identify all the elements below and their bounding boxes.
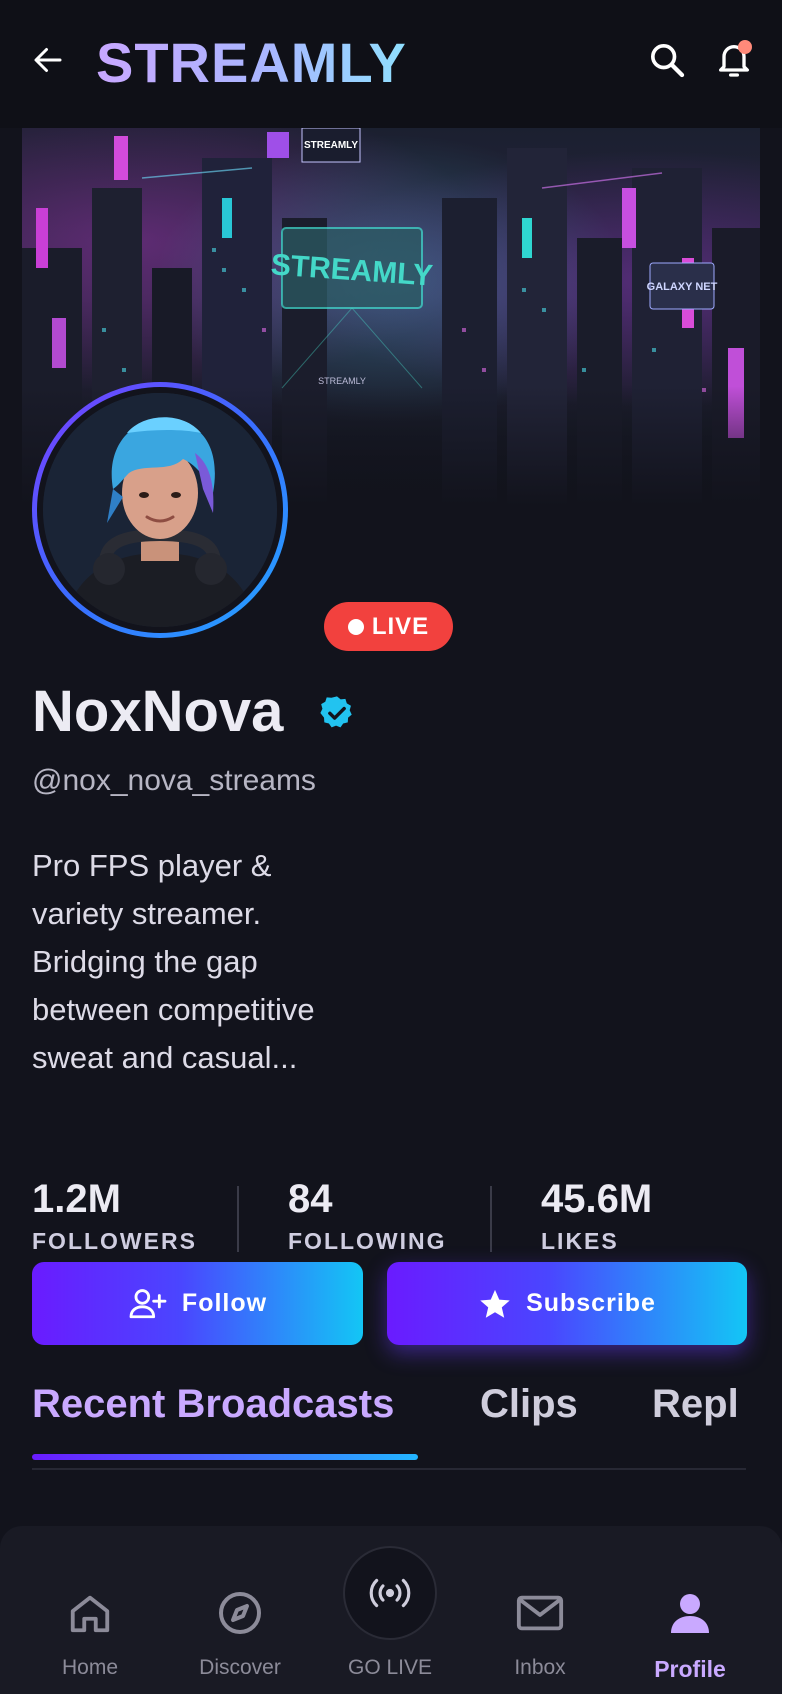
star-icon <box>480 1289 510 1318</box>
live-badge[interactable]: LIVE <box>324 602 453 651</box>
nav-label: Inbox <box>514 1656 566 1679</box>
profile-screen: STREAMLY STREAMLY STREAMLY GALAXY NET ST… <box>0 0 782 1694</box>
nav-discover[interactable]: Discover <box>165 1526 315 1694</box>
active-tab-indicator <box>32 1454 418 1460</box>
top-app-bar: STREAMLY <box>0 0 782 128</box>
user-handle: @nox_nova_streams <box>32 764 316 797</box>
stat-label: FOLLOWING <box>288 1228 447 1254</box>
stat-following[interactable]: 84 FOLLOWING <box>288 1176 447 1255</box>
nav-label: GO LIVE <box>347 1656 433 1679</box>
tab-replays[interactable]: Repl <box>652 1382 739 1427</box>
banner-tower-text: STREAMLY <box>304 140 358 151</box>
bottom-navigation: Home Discover GO LIVE Inbox Profile <box>0 1526 782 1694</box>
avatar-ring <box>37 387 283 633</box>
display-name: NoxNova <box>32 679 284 744</box>
nav-label: Discover <box>199 1656 281 1679</box>
tab-recent-broadcasts[interactable]: Recent Broadcasts <box>32 1382 394 1427</box>
back-button[interactable] <box>26 38 70 82</box>
profile-avatar[interactable] <box>32 382 288 638</box>
nav-profile[interactable]: Profile <box>615 1526 765 1694</box>
search-button[interactable] <box>643 36 691 84</box>
stat-label: FOLLOWERS <box>32 1228 197 1254</box>
follow-button[interactable]: Follow <box>32 1262 363 1345</box>
content-tabs: Recent Broadcasts Clips Repl <box>32 1378 746 1470</box>
nav-home[interactable]: Home <box>15 1526 165 1694</box>
streamer-portrait <box>43 393 277 627</box>
nav-go-live[interactable]: GO LIVE <box>315 1526 465 1694</box>
stat-value: 45.6M <box>541 1177 653 1221</box>
notification-dot <box>738 40 752 54</box>
follow-button-label: Follow <box>181 1289 268 1317</box>
tabs-divider <box>32 1468 746 1470</box>
arrow-left-icon <box>34 48 62 72</box>
tab-clips[interactable]: Clips <box>480 1382 578 1427</box>
subscribe-button-label: Subscribe <box>526 1289 656 1317</box>
notifications-button[interactable] <box>710 34 758 86</box>
profile-bio[interactable]: Pro FPS player & variety streamer. Bridg… <box>32 842 342 1082</box>
live-dot-icon <box>347 618 364 635</box>
search-icon <box>651 44 685 78</box>
stat-value: 1.2M <box>32 1177 121 1221</box>
nav-inbox[interactable]: Inbox <box>465 1526 615 1694</box>
broadcast-icon <box>369 1578 411 1608</box>
stat-followers[interactable]: 1.2M FOLLOWERS <box>32 1176 197 1255</box>
nav-label: Profile <box>654 1656 726 1682</box>
home-icon <box>70 1595 110 1633</box>
live-label: LIVE <box>371 612 430 640</box>
verified-badge-icon <box>320 696 352 728</box>
app-brand-logo: STREAMLY <box>96 31 407 94</box>
subscribe-button[interactable]: Subscribe <box>387 1262 747 1345</box>
stat-divider <box>237 1186 239 1252</box>
user-icon <box>671 1594 709 1633</box>
stat-divider <box>490 1186 492 1252</box>
nav-label: Home <box>61 1656 119 1679</box>
stat-likes[interactable]: 45.6M LIKES <box>541 1176 652 1255</box>
stat-value: 84 <box>288 1177 333 1221</box>
banner-galaxy-text: GALAXY NET <box>647 281 718 293</box>
mail-icon <box>516 1595 564 1631</box>
compass-icon <box>219 1592 261 1634</box>
banner-small-text: STREAMLY <box>318 376 366 386</box>
add-user-icon <box>129 1288 167 1318</box>
avatar-photo <box>43 393 277 627</box>
go-live-button[interactable] <box>343 1546 437 1640</box>
stat-label: LIKES <box>541 1228 619 1254</box>
